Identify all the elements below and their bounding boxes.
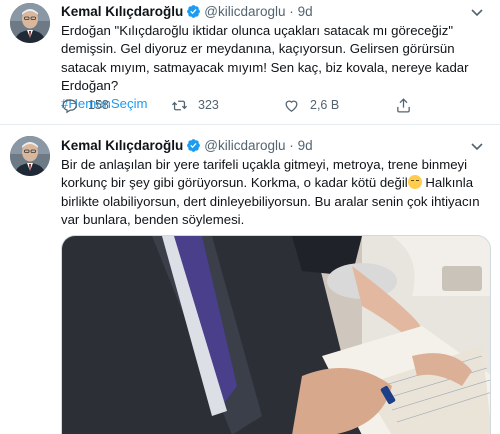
tweet-photo[interactable] [61,235,491,434]
tweet[interactable]: Kemal Kılıçdaroğlu @kilicdaroglu · 9d Bir… [0,125,500,434]
retweet-count: 323 [198,98,219,112]
separator-dot: · [289,138,294,153]
tweet-header: Kemal Kılıçdaroğlu @kilicdaroglu · 9d [61,3,313,21]
share-button[interactable] [395,96,422,114]
tweet-time[interactable]: 9d [298,4,313,19]
tweet-header: Kemal Kılıçdaroğlu @kilicdaroglu · 9d [61,137,313,155]
like-button[interactable]: 2,6 B [283,96,339,114]
avatar[interactable] [10,3,50,43]
author-name[interactable]: Kemal Kılıçdaroğlu [61,4,183,19]
avatar[interactable] [10,136,50,176]
verified-badge-icon [187,139,201,152]
reply-count: 158 [88,98,109,112]
share-icon [397,97,410,113]
emoji-relieved-icon [407,175,422,190]
tweet[interactable]: Kemal Kılıçdaroğlu @kilicdaroglu · 9d Erd… [0,0,500,124]
tweet-body-part1: Bir de anlaşılan bir yere tarifeli uçakl… [61,157,468,191]
author-name[interactable]: Kemal Kılıçdaroğlu [61,138,183,153]
retweet-icon [171,100,188,110]
chevron-down-icon[interactable] [468,6,486,20]
author-handle[interactable]: @kilicdaroglu [204,4,285,19]
like-count: 2,6 B [310,98,340,112]
separator-dot: · [289,4,294,19]
tweet-actions: 158 323 2,6 B [61,96,461,114]
retweet-button[interactable]: 323 [171,96,219,114]
verified-badge-icon [187,5,201,18]
author-handle[interactable]: @kilicdaroglu [204,138,285,153]
tweet-body: Erdoğan "Kılıçdaroğlu iktidar olunca uça… [61,23,469,93]
tweet-text: Bir de anlaşılan bir yere tarifeli uçakl… [61,156,491,229]
chevron-down-icon[interactable] [468,140,486,154]
reply-button[interactable]: 158 [61,96,109,114]
reply-icon [62,99,77,113]
like-icon [285,100,298,112]
tweet-time[interactable]: 9d [298,138,313,153]
